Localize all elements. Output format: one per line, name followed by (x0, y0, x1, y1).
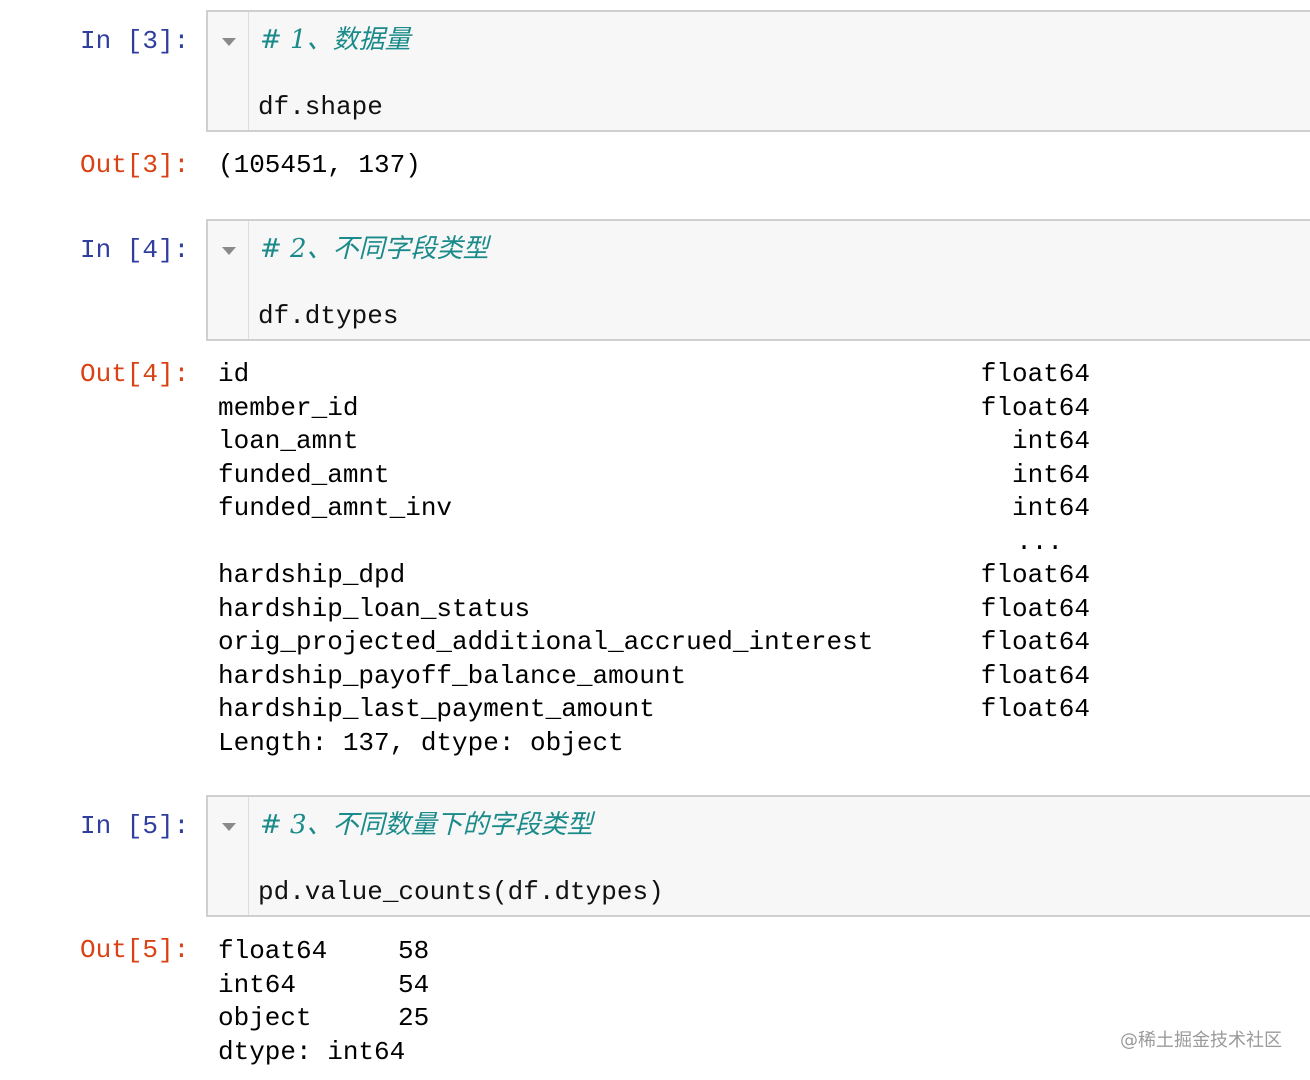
out-prompt-4: Out[4]: (80, 359, 190, 389)
dtype-field-type: int64 (1011, 493, 1090, 523)
code-line-5[interactable]: pd.value_counts(df.dtypes) (258, 875, 664, 909)
in-prompt-3: In [3]: (80, 26, 190, 56)
dtype-field-name: id (218, 359, 250, 389)
out-prompt-3: Out[3]: (80, 150, 190, 180)
value-count-type: float64 (218, 936, 328, 966)
code-line-4[interactable]: df.dtypes (258, 299, 398, 333)
code-cell-3[interactable]: # 1、数据量 df.shape (206, 10, 1310, 132)
collapse-toggle-4[interactable] (208, 221, 249, 339)
dtype-field-name: funded_amnt (218, 459, 390, 490)
collapse-toggle-5[interactable] (208, 797, 249, 915)
dtype-field-name: orig_projected_additional_accrued_intere… (218, 627, 874, 657)
code-cell-4[interactable]: # 2、不同字段类型 df.dtypes (206, 219, 1310, 341)
dtype-field-type: float64 (980, 694, 1090, 724)
dtype-field-name: funded_amnt_inv (218, 493, 453, 523)
code-comment-4: # 2、不同字段类型 (260, 234, 489, 264)
dtype-summary: Length: 137, dtype: object (218, 727, 624, 758)
dtype-field-name: hardship_last_payment_amount (218, 694, 655, 724)
in-prompt-4: In [4]: (80, 235, 190, 265)
dtype-field-name: hardship_loan_status (218, 593, 531, 624)
dtype-field-name: member_id (218, 392, 359, 423)
collapse-toggle-3[interactable] (208, 12, 249, 130)
dtype-field-type: int64 (1011, 426, 1090, 456)
dtype-field-type: float64 (980, 359, 1090, 389)
dtype-field-type: float64 (980, 627, 1090, 657)
dtype-field-type: float64 (980, 593, 1090, 624)
code-line-3[interactable]: df.shape (258, 90, 383, 124)
value-count-number: 58 (398, 936, 430, 966)
value-count-number: 25 (398, 1003, 430, 1033)
value-count-type: object (218, 1003, 312, 1033)
code-comment-5: # 3、不同数量下的字段类型 (260, 810, 593, 840)
code-cell-5[interactable]: # 3、不同数量下的字段类型 pd.value_counts(df.dtypes… (206, 795, 1310, 917)
caret-down-icon[interactable] (222, 823, 236, 831)
value-count-number: 54 (398, 969, 430, 1000)
dtype-field-type: float64 (980, 392, 1090, 423)
dtype-field-type: float64 (980, 560, 1090, 590)
dtype-field-type: int64 (1011, 459, 1090, 490)
watermark: @稀土掘金技术社区 (1120, 1030, 1282, 1051)
value-count-type: int64 (218, 969, 297, 1000)
out-prompt-5: Out[5]: (80, 935, 190, 965)
value-count-summary: dtype: int64 (218, 1036, 406, 1067)
output-3: (105451, 137) (218, 150, 421, 180)
dtype-field-name: hardship_payoff_balance_amount (218, 660, 687, 691)
in-prompt-5: In [5]: (80, 811, 190, 841)
code-comment-3: # 1、数据量 (260, 25, 411, 55)
dtype-field-type: float64 (980, 660, 1090, 691)
dtype-field-name: loan_amnt (218, 426, 359, 456)
caret-down-icon[interactable] (222, 38, 236, 46)
dtype-ellipsis: ... (1016, 526, 1063, 557)
caret-down-icon[interactable] (222, 247, 236, 255)
dtype-field-name: hardship_dpd (218, 560, 406, 590)
